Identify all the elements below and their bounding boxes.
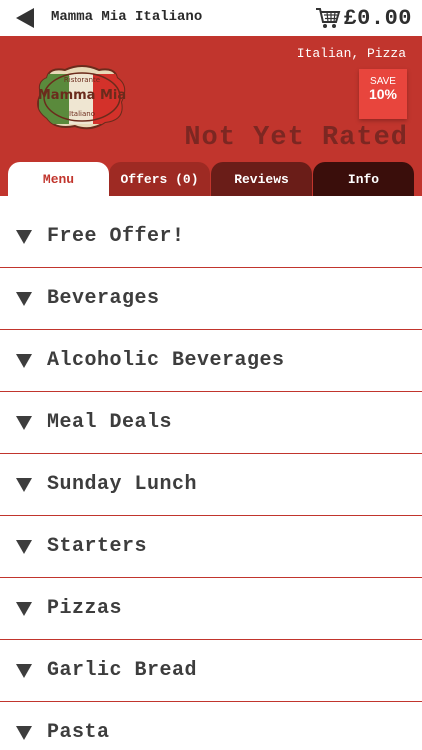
expand-triangle-icon bbox=[16, 601, 32, 616]
menu-category-label: Pizzas bbox=[47, 597, 123, 620]
menu-category-free-offer[interactable]: Free Offer! bbox=[0, 206, 422, 268]
tab-offers[interactable]: Offers (0) bbox=[109, 162, 210, 196]
expand-triangle-icon bbox=[16, 663, 32, 678]
back-arrow-icon bbox=[16, 8, 34, 28]
back-button[interactable] bbox=[12, 7, 38, 29]
expand-triangle-icon bbox=[16, 539, 32, 554]
menu-category-label: Alcoholic Beverages bbox=[47, 349, 285, 372]
menu-category-meal-deals[interactable]: Meal Deals bbox=[0, 392, 422, 454]
rating-label: Not Yet Rated bbox=[184, 123, 408, 153]
menu-category-alcoholic-beverages[interactable]: Alcoholic Beverages bbox=[0, 330, 422, 392]
menu-category-label: Beverages bbox=[47, 287, 160, 310]
expand-triangle-icon bbox=[16, 415, 32, 430]
restaurant-logo: Ristorante Mamma Mia Italiano bbox=[35, 64, 129, 130]
menu-category-starters[interactable]: Starters bbox=[0, 516, 422, 578]
menu-category-pizzas[interactable]: Pizzas bbox=[0, 578, 422, 640]
menu-category-pasta[interactable]: Pasta bbox=[0, 702, 422, 750]
save-percent: 10% bbox=[368, 86, 398, 102]
save-badge: SAVE 10% bbox=[359, 69, 407, 119]
menu-category-garlic-bread[interactable]: Garlic Bread bbox=[0, 640, 422, 702]
expand-triangle-icon bbox=[16, 353, 32, 368]
menu-category-list: Free Offer! Beverages Alcoholic Beverage… bbox=[0, 206, 422, 750]
page-title: Mamma Mia Italiano bbox=[51, 9, 203, 25]
cuisine-label: Italian, Pizza bbox=[296, 46, 406, 61]
menu-category-label: Sunday Lunch bbox=[47, 473, 198, 496]
tab-bar: Menu Offers (0) Reviews Info bbox=[0, 160, 422, 196]
svg-text:Italiano: Italiano bbox=[69, 110, 95, 118]
tab-info[interactable]: Info bbox=[313, 162, 414, 196]
tab-menu[interactable]: Menu bbox=[8, 162, 109, 196]
cart-button[interactable]: £0.00 bbox=[315, 3, 412, 33]
top-bar: Mamma Mia Italiano £0.00 bbox=[0, 0, 422, 36]
shopping-cart-icon bbox=[316, 8, 341, 28]
menu-category-label: Starters bbox=[47, 535, 148, 558]
menu-category-label: Free Offer! bbox=[47, 225, 185, 248]
svg-text:Ristorante: Ristorante bbox=[64, 76, 100, 84]
menu-category-beverages[interactable]: Beverages bbox=[0, 268, 422, 330]
menu-category-sunday-lunch[interactable]: Sunday Lunch bbox=[0, 454, 422, 516]
expand-triangle-icon bbox=[16, 229, 32, 244]
tab-reviews[interactable]: Reviews bbox=[211, 162, 312, 196]
menu-category-label: Meal Deals bbox=[47, 411, 173, 434]
menu-category-label: Pasta bbox=[47, 721, 110, 744]
menu-category-label: Garlic Bread bbox=[47, 659, 198, 682]
expand-triangle-icon bbox=[16, 291, 32, 306]
expand-triangle-icon bbox=[16, 477, 32, 492]
svg-text:Mamma Mia: Mamma Mia bbox=[38, 88, 126, 103]
expand-triangle-icon bbox=[16, 725, 32, 740]
cart-total: £0.00 bbox=[343, 5, 412, 31]
